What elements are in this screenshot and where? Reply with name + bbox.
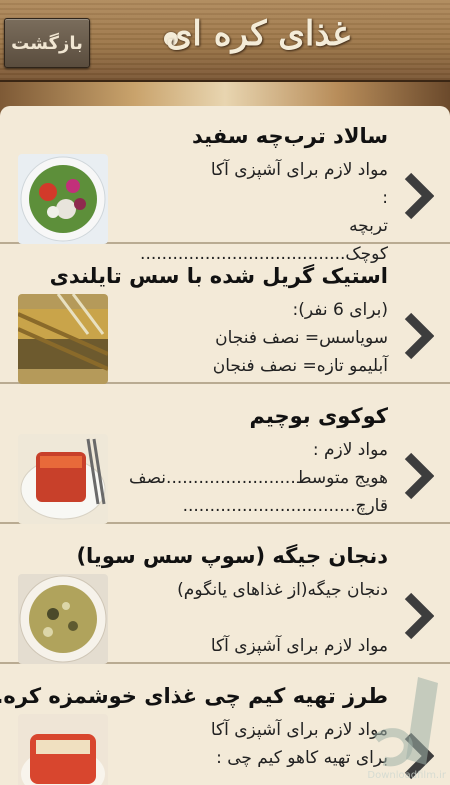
recipe-snippet: دنجان جیگه(از غذاهای یانگوم) مواد لازم ب… (177, 580, 388, 656)
recipe-thumbnail (18, 574, 108, 664)
recipe-title: کوکوی بوچیم (249, 404, 388, 428)
recipe-thumbnail (18, 714, 108, 785)
recipe-thumbnail (18, 154, 108, 244)
watermark-logo-icon (373, 677, 438, 767)
list-item[interactable]: استیک گریل شده با سس تایلندی (برای 6 نفر… (0, 246, 450, 384)
watermark-text: Downloadfilm.ir (367, 770, 446, 781)
recipe-thumbnail (18, 294, 108, 384)
recipe-snippet: مواد لازم برای آشپزی آکا برای تهیه کاهو … (210, 720, 388, 768)
recipe-title: دنجان جیگه (سوپ سس سویا) (76, 544, 388, 568)
recipe-snippet: (برای 6 نفر): سویاسس= نصف فنجان آبلیمو ت… (212, 300, 388, 376)
chevron-right-icon[interactable] (402, 452, 434, 500)
chevron-right-icon[interactable] (402, 592, 434, 640)
recipe-title: طرز تهیه کیم چی غذای خوشمزه کره... (0, 684, 388, 708)
chevron-right-icon[interactable] (402, 172, 434, 220)
page-title: غذای کره ای (165, 14, 350, 54)
app-header: بازگشت غذای کره ای (0, 0, 450, 82)
recipe-title: سالاد ترب‌چه سفید (192, 124, 388, 148)
recipe-snippet: مواد لازم : هویج متوسط..................… (128, 440, 388, 516)
back-button[interactable]: بازگشت (4, 18, 90, 68)
recipe-thumbnail (18, 434, 108, 524)
chevron-right-icon[interactable] (402, 312, 434, 360)
list-item[interactable]: سالاد ترب‌چه سفید مواد لازم برای آشپزی آ… (0, 106, 450, 264)
list-item[interactable]: کوکوی بوچیم مواد لازم : هویج متوسط......… (0, 386, 450, 524)
list-item[interactable]: دنجان جیگه (سوپ سس سویا) دنجان جیگه(از غ… (0, 526, 450, 664)
recipe-list[interactable]: سالاد ترب‌چه سفید مواد لازم برای آشپزی آ… (0, 106, 450, 785)
recipe-title: استیک گریل شده با سس تایلندی (49, 264, 388, 288)
